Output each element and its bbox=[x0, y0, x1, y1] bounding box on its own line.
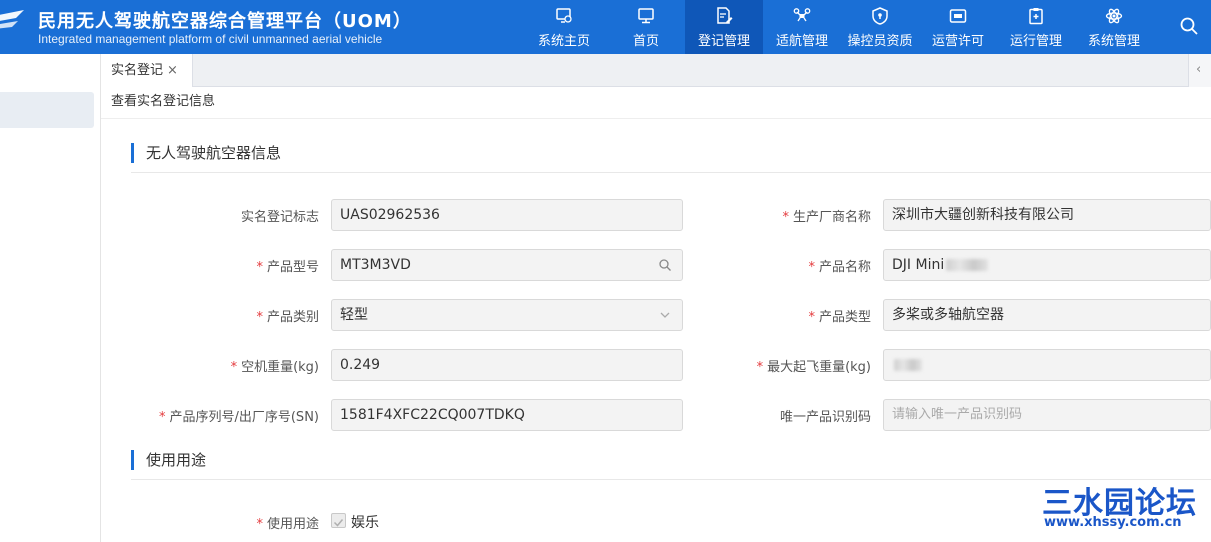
desktop-icon bbox=[638, 8, 654, 24]
model-value: MT3M3VD bbox=[340, 257, 411, 273]
nav-label: 系统管理 bbox=[1087, 34, 1140, 49]
nav-label: 首页 bbox=[632, 34, 659, 49]
product-type-field[interactable]: 多桨或多轴航空器 bbox=[883, 299, 1211, 331]
nav-label: 操控员资质 bbox=[847, 34, 913, 49]
logo-wing-icon bbox=[0, 10, 24, 29]
redacted-blur bbox=[894, 359, 922, 371]
label-reg-id: 实名登记标志 bbox=[240, 210, 319, 225]
clipboard-icon bbox=[1029, 8, 1043, 25]
nav-system-management[interactable]: 系统管理 bbox=[1075, 0, 1153, 54]
section-title-usage: 使用用途 bbox=[131, 450, 206, 470]
label-model: * 产品型号 bbox=[256, 260, 319, 275]
tab-bar: 实名登记 × ‹ bbox=[101, 54, 1211, 87]
redacted-blur bbox=[946, 259, 989, 271]
model-field[interactable]: MT3M3VD bbox=[331, 249, 683, 281]
label-product-name: * 产品名称 bbox=[808, 260, 871, 275]
reg-id-field[interactable]: UAS02962536 bbox=[331, 199, 683, 231]
nav-registration[interactable]: 登记管理 bbox=[685, 0, 763, 54]
close-icon[interactable]: × bbox=[167, 54, 178, 87]
nav-label: 适航管理 bbox=[775, 34, 828, 49]
nav-operation-license[interactable]: 运营许可 bbox=[919, 0, 997, 54]
document-edit-icon bbox=[717, 7, 733, 24]
atom-icon bbox=[1105, 8, 1123, 24]
search-icon[interactable] bbox=[1179, 16, 1199, 36]
nav-label: 系统主页 bbox=[537, 34, 590, 49]
nav-label: 登记管理 bbox=[697, 34, 750, 49]
product-name-field[interactable]: DJI Mini bbox=[883, 249, 1211, 281]
search-icon[interactable] bbox=[658, 258, 672, 272]
shield-icon bbox=[872, 7, 888, 25]
app-subtitle: Integrated management platform of civil … bbox=[38, 32, 383, 46]
category-select[interactable]: 轻型 bbox=[331, 299, 683, 331]
nav-operation-management[interactable]: 运行管理 bbox=[997, 0, 1075, 54]
chevron-left-icon: ‹ bbox=[1196, 62, 1202, 77]
category-value: 轻型 bbox=[340, 307, 368, 323]
empty-weight-field[interactable]: 0.249 bbox=[331, 349, 683, 381]
product-name-value: DJI Mini bbox=[892, 257, 945, 273]
chevron-down-icon bbox=[660, 312, 670, 318]
unique-id-input[interactable]: 请输入唯一产品识别码 bbox=[883, 399, 1211, 431]
watermark-url: www.xhssy.com.cn bbox=[1044, 515, 1182, 530]
label-max-takeoff-weight: * 最大起飞重量(kg) bbox=[756, 360, 871, 375]
nav-system-home[interactable]: 系统主页 bbox=[525, 0, 603, 54]
label-serial: * 产品序列号/出厂序号(SN) bbox=[158, 410, 319, 425]
breadcrumb: 查看实名登记信息 bbox=[101, 87, 1211, 119]
label-unique-id: 唯一产品识别码 bbox=[779, 410, 871, 425]
serial-field[interactable]: 1581F4XFC22CQ007TDKQ bbox=[331, 399, 683, 431]
section-title-uav-info: 无人驾驶航空器信息 bbox=[131, 143, 281, 163]
id-card-icon bbox=[949, 9, 967, 23]
label-category: * 产品类别 bbox=[256, 310, 319, 325]
left-sidebar bbox=[0, 54, 101, 542]
tab-scroll-left-button[interactable]: ‹ bbox=[1188, 54, 1211, 87]
usage-checkbox[interactable] bbox=[331, 513, 346, 528]
section-divider bbox=[131, 172, 1211, 173]
nav-home[interactable]: 首页 bbox=[607, 0, 685, 54]
label-product-type: * 产品类型 bbox=[808, 310, 871, 325]
label-usage: * 使用用途 bbox=[256, 517, 319, 532]
tab-real-name-registration[interactable]: 实名登记 × bbox=[101, 54, 193, 87]
label-empty-weight: * 空机重量(kg) bbox=[230, 360, 319, 375]
top-header: 民用无人驾驶航空器综合管理平台（UOM） Integrated manageme… bbox=[0, 0, 1211, 54]
usage-option-label: 娱乐 bbox=[351, 515, 379, 531]
nav-airworthiness[interactable]: 适航管理 bbox=[763, 0, 841, 54]
check-icon bbox=[333, 519, 344, 527]
drone-icon bbox=[793, 8, 811, 22]
nav-operator-qualification[interactable]: 操控员资质 bbox=[841, 0, 919, 54]
max-takeoff-weight-field[interactable] bbox=[883, 349, 1211, 381]
sidebar-item-active[interactable] bbox=[0, 92, 94, 128]
label-manufacturer: * 生产厂商名称 bbox=[782, 210, 871, 225]
monitor-gear-icon bbox=[556, 8, 572, 23]
tab-label: 实名登记 bbox=[111, 63, 164, 78]
nav-label: 运营许可 bbox=[931, 34, 984, 49]
app-title: 民用无人驾驶航空器综合管理平台（UOM） bbox=[38, 11, 412, 32]
manufacturer-field[interactable]: 深圳市大疆创新科技有限公司 bbox=[883, 199, 1211, 231]
nav-label: 运行管理 bbox=[1009, 34, 1062, 49]
